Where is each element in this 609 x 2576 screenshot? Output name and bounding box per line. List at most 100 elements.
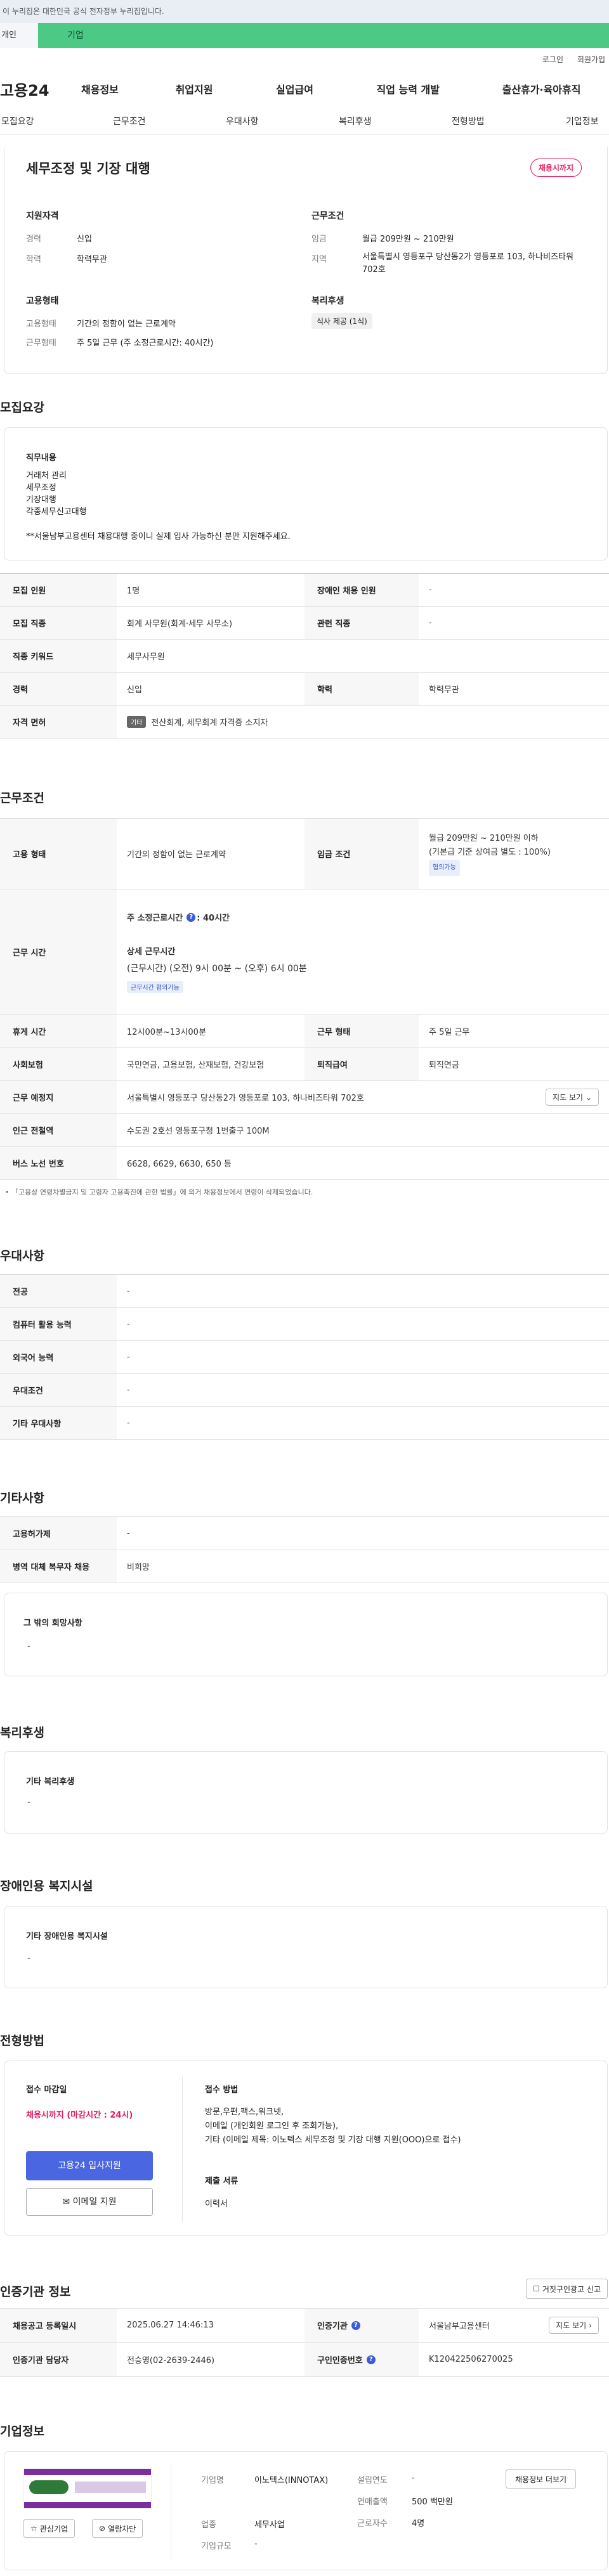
company-title: 기업정보 bbox=[0, 2424, 44, 2438]
gnb-item-training[interactable]: 직업 능력 개발 bbox=[377, 81, 502, 96]
global-nav: 고용24 채용정보 취업지원 실업급여 직업 능력 개발 출산휴가·육아휴직 bbox=[0, 71, 609, 107]
table-row: 기타 우대사항 - bbox=[0, 1407, 609, 1440]
report-button[interactable]: ☐ 거짓구인광고 신고 bbox=[526, 2279, 608, 2299]
duty-card: 직무내용 거래처 관리 세무조정 기장대행 각종세무신고대행 **서울남부고용센… bbox=[4, 427, 608, 560]
table-row: 휴게 시간 12시00분~13시00분 근무 형태 주 5일 근무 bbox=[0, 1015, 609, 1048]
work-type-label: 근무형태 bbox=[26, 339, 56, 348]
like-company-button[interactable]: ☆ 관심기업 bbox=[23, 2519, 75, 2538]
hours-detail: (근무시간) (오전) 9시 00분 ~ (오후) 6시 00분 bbox=[127, 964, 307, 974]
more-jobs-button[interactable]: 채용정보 더보기 bbox=[506, 2469, 577, 2489]
table-key: 근무 형태 bbox=[304, 1015, 419, 1047]
gnb-item-support[interactable]: 취업지원 bbox=[176, 81, 276, 96]
table-value: 6628, 6629, 6630, 650 등 bbox=[127, 1160, 232, 1169]
screen-card: 접수 마감일 채용시까지 (마감시간 : 24시) 고용24 입사지원 ✉ 이메… bbox=[4, 2061, 608, 2236]
duty-lines: 거래처 관리 세무조정 기장대행 각종세무신고대행 bbox=[26, 470, 87, 518]
subnav-recruit[interactable]: 모집요강 bbox=[1, 115, 34, 127]
info-icon[interactable]: ? bbox=[351, 2320, 360, 2330]
edu-label: 학력 bbox=[26, 255, 41, 264]
screen-title: 전형방법 bbox=[0, 2034, 44, 2048]
condition-heading: 근무조건 bbox=[311, 211, 344, 221]
company-card: ☆ 관심기업 ⊘ 열람차단 기업명 이노텍스(INNOTAX) 업종 세무사업 … bbox=[4, 2451, 608, 2570]
wage-line: 월급 209만원 ~ 210만원 이하 bbox=[429, 833, 539, 843]
signup-link[interactable]: 회원가입 bbox=[577, 55, 605, 64]
block-company-button[interactable]: ⊘ 열람차단 bbox=[92, 2519, 143, 2538]
table-key: 학력 bbox=[304, 673, 419, 705]
table-value: - bbox=[127, 1352, 130, 1362]
table-key: 우대조건 bbox=[0, 1374, 117, 1406]
job-summary-card: 세무조정 및 기장 대행 채용시까지 지원자격 경력 신입 학력 학력무관 근무… bbox=[4, 147, 608, 374]
table-key: 사회보험 bbox=[0, 1048, 117, 1080]
table-row: 버스 노선 번호 6628, 6629, 6630, 650 등 bbox=[0, 1147, 609, 1180]
table-value: 퇴직연금 bbox=[429, 1061, 459, 1070]
cert-no-label: 구인인증번호 bbox=[317, 2356, 363, 2366]
map-button[interactable]: 지도 보기 ⌄ bbox=[545, 1089, 599, 1106]
company-size-label: 기업규모 bbox=[201, 2542, 232, 2551]
wage-line: (기본급 기준 상여금 별도 : 100%) bbox=[429, 847, 551, 857]
table-value-wrap: 기타 전산회계, 세무회계 자격증 소지자 bbox=[117, 706, 609, 738]
area-label: 지역 bbox=[311, 255, 327, 264]
est-year-value: - bbox=[412, 2473, 415, 2483]
duty-line: 거래처 관리 bbox=[26, 471, 67, 481]
table-row: 사회보험 국민연금, 고용보험, 산재보험, 건강보험 퇴직급여 퇴직연금 bbox=[0, 1048, 609, 1081]
disab-title: 장애인용 복지시설 bbox=[0, 1879, 93, 1893]
emp-type-label: 고용형태 bbox=[26, 320, 56, 329]
table-key: 관련 직종 bbox=[304, 607, 419, 639]
logo-band bbox=[24, 2469, 151, 2475]
cert-table: 채용공고 등록일시 2025.06.27 14:46:13 인증기관 ? 서울남… bbox=[0, 2308, 609, 2377]
cert-map-button[interactable]: 지도 보기 › bbox=[549, 2317, 599, 2334]
company-name-label: 기업명 bbox=[201, 2476, 224, 2485]
apply-button[interactable]: 고용24 입사지원 bbox=[26, 2151, 153, 2180]
pref-table: 전공 - 컴퓨터 활용 능력 - 외국어 능력 - 우대조건 - 기타 우대사항 - bbox=[0, 1274, 609, 1440]
disab-card: 기타 장애인용 복지시설 - bbox=[4, 1906, 608, 1988]
login-link[interactable]: 로그인 bbox=[542, 55, 563, 64]
hours-detail-heading: 상세 근무시간 bbox=[127, 947, 176, 957]
duty-note: **서울남부고용센터 채용대행 중이니 실제 입사 가능하신 분만 지원해주세요… bbox=[26, 532, 291, 541]
tab-company[interactable]: 기업 bbox=[38, 23, 609, 48]
table-key: 고용 형태 bbox=[0, 819, 117, 889]
extra-wish-card: 그 밖의 희망사항 - bbox=[4, 1593, 608, 1676]
extra-wish-heading: 그 밖의 희망사항 bbox=[23, 1619, 82, 1628]
logo-emblem bbox=[29, 2480, 69, 2494]
tab-person[interactable]: 개인 bbox=[0, 23, 38, 48]
subnav-screen[interactable]: 전형방법 bbox=[452, 115, 485, 127]
duty-heading: 직무내용 bbox=[26, 453, 56, 463]
subnav-pref[interactable]: 우대사항 bbox=[226, 115, 259, 127]
est-year-label: 설립연도 bbox=[357, 2476, 388, 2485]
table-value: 국민연금, 고용보험, 산재보험, 건강보험 bbox=[127, 1061, 265, 1070]
hours-main-value: : 40시간 bbox=[197, 914, 230, 923]
gnb-item-benefit[interactable]: 실업급여 bbox=[276, 81, 376, 96]
disab-heading: 기타 장애인용 복지시설 bbox=[26, 1932, 108, 1941]
table-row: 채용공고 등록일시 2025.06.27 14:46:13 인증기관 ? 서울남… bbox=[0, 2308, 609, 2343]
gnb-item-leave[interactable]: 출산휴가·육아휴직 bbox=[502, 81, 609, 96]
subnav-work[interactable]: 근무조건 bbox=[113, 115, 146, 127]
extra-wish-value: - bbox=[27, 1641, 30, 1651]
cert-org-value: 서울남부고용센터 bbox=[429, 2322, 490, 2331]
info-icon[interactable]: ? bbox=[366, 2355, 376, 2364]
info-icon[interactable]: ? bbox=[187, 912, 196, 922]
wage-negotiable-tag: 협의가능 bbox=[429, 859, 460, 876]
notice-icon: • bbox=[5, 1188, 10, 1196]
employees-value: 4명 bbox=[412, 2519, 425, 2528]
table-value: 세무사무원 bbox=[127, 652, 165, 662]
gnb-item-jobs[interactable]: 채용정보 bbox=[81, 81, 176, 96]
email-apply-button[interactable]: ✉ 이메일 지원 bbox=[26, 2188, 153, 2216]
method-lines: 방문,우편,팩스,워크넷, 이메일 (개인회원 로그인 후 조회가능), 기타 … bbox=[205, 2106, 461, 2147]
status-badge: 채용시까지 bbox=[530, 159, 582, 177]
table-row: 우대조건 - bbox=[0, 1374, 609, 1407]
subnav-company[interactable]: 기업정보 bbox=[566, 115, 599, 127]
deadline-heading: 접수 마감일 bbox=[26, 2085, 67, 2095]
table-row: 전공 - bbox=[0, 1275, 609, 1308]
table-value: 비희망 bbox=[127, 1563, 150, 1572]
table-value: 회계 사무원(회계·세무 사무소) bbox=[127, 619, 233, 629]
table-key: 컴퓨터 활용 능력 bbox=[0, 1308, 117, 1340]
util-links: 로그인 회원가입 bbox=[0, 48, 609, 71]
table-key: 버스 노선 번호 bbox=[0, 1147, 117, 1179]
cert-org-cell: 서울남부고용센터 지도 보기 › bbox=[419, 2308, 609, 2342]
cert-map-label: 지도 보기 bbox=[556, 2321, 587, 2330]
subnav-benefit[interactable]: 복리후생 bbox=[339, 115, 372, 127]
wage-value: 월급 209만원 ~ 210만원 bbox=[362, 235, 454, 244]
emp-type-heading: 고용형태 bbox=[26, 296, 59, 306]
cert-org-label: 인증기관 bbox=[317, 2322, 348, 2331]
block-company-label: 열람차단 bbox=[108, 2524, 136, 2534]
table-row: 고용허가제 - bbox=[0, 1517, 609, 1550]
